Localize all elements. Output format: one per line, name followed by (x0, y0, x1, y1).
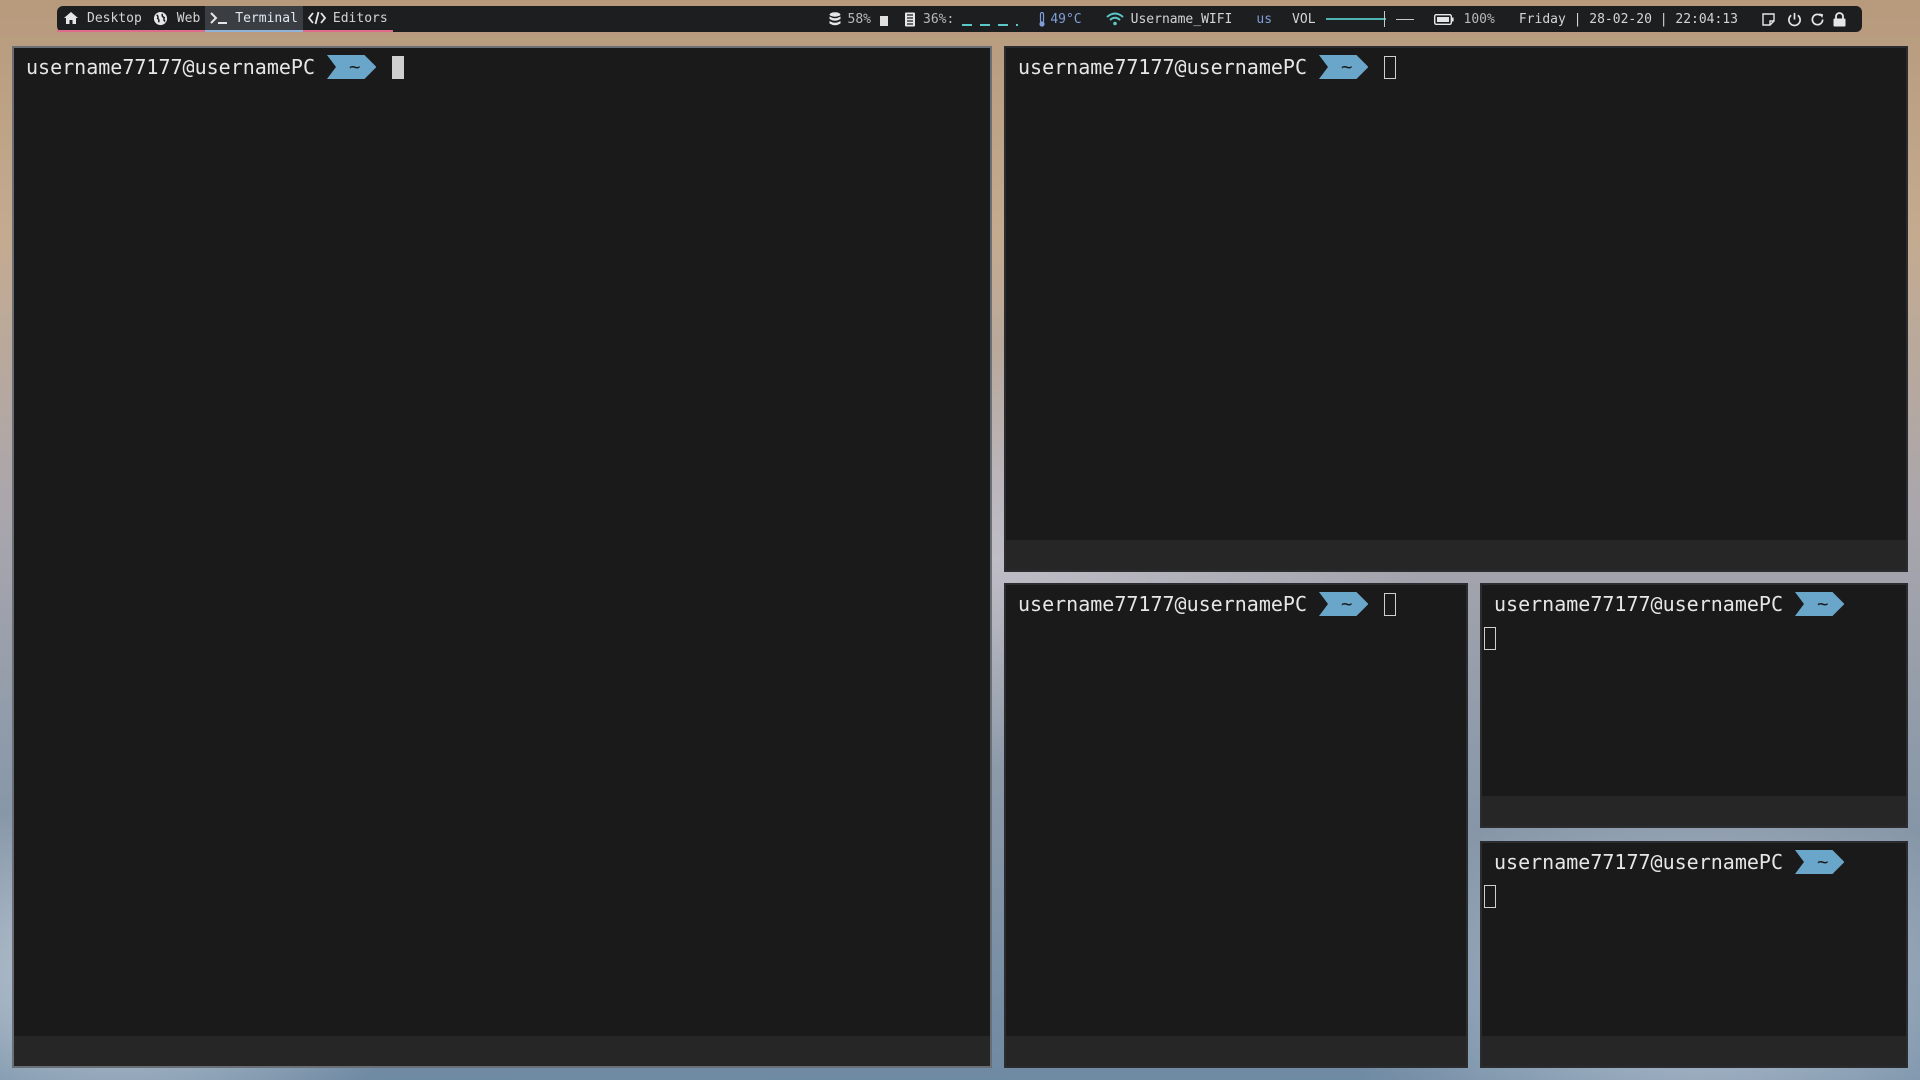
terminal-window-top-right[interactable]: username77177@usernamePC ~ (1004, 46, 1908, 572)
text-cursor (1384, 55, 1397, 79)
prompt-user-host: username77177@usernamePC (1494, 592, 1783, 616)
shell-prompt: username77177@usernamePC ~ (1494, 589, 1844, 619)
terminal-status-bar (1482, 1036, 1906, 1066)
shell-prompt: username77177@usernamePC ~ (26, 52, 405, 82)
memory-graph (962, 24, 1019, 26)
thermometer-icon (1038, 11, 1046, 27)
prompt-user-host: username77177@usernamePC (26, 55, 315, 79)
memory-usage: 36%: (923, 11, 955, 27)
prompt-directory: ~ (1319, 55, 1368, 79)
top-bar: Desktop Web Terminal Editors 58% 36%: 49… (57, 6, 1862, 32)
temperature: 49°C (1050, 11, 1082, 27)
lock-icon (1833, 11, 1846, 27)
volume-slider-track (1395, 18, 1414, 20)
power-icon (1787, 12, 1802, 27)
prompt-directory: ~ (1795, 850, 1844, 874)
prompt-user-host: username77177@usernamePC (1494, 850, 1783, 874)
note-icon (1762, 12, 1775, 26)
workspace-editors[interactable]: Editors (302, 6, 393, 32)
globe-icon (152, 10, 170, 26)
terminal-status-bar (1006, 540, 1906, 570)
memory-icon (904, 12, 916, 27)
reboot-button[interactable] (1810, 12, 1825, 27)
shell-prompt: username77177@usernamePC ~ (1494, 847, 1844, 877)
workspace-web[interactable]: Web (146, 6, 206, 32)
terminal-status-bar (1482, 796, 1906, 826)
text-cursor (1484, 885, 1496, 908)
power-button[interactable] (1787, 12, 1802, 27)
temperature-module: 49°C (1038, 11, 1082, 27)
battery-icon (1433, 13, 1454, 25)
wifi-ssid: Username_WIFI (1130, 11, 1233, 27)
clock: Friday | 28-02-20 | 22:04:13 (1518, 11, 1738, 27)
volume-slider[interactable] (1325, 11, 1386, 27)
workspace-terminal[interactable]: Terminal (205, 6, 303, 32)
lock-button[interactable] (1833, 11, 1846, 27)
refresh-icon (1810, 12, 1825, 27)
shell-prompt: username77177@usernamePC ~ (1018, 589, 1397, 619)
database-icon (829, 12, 841, 26)
terminal-window-right-top[interactable]: username77177@usernamePC ~ (1480, 583, 1908, 828)
notes-button[interactable] (1762, 12, 1775, 26)
terminal-window-main[interactable]: username77177@usernamePC ~ (12, 46, 992, 1068)
volume-module[interactable]: VOL (1292, 11, 1414, 27)
terminal-status-bar (1006, 1036, 1466, 1066)
terminal-window-right-bottom[interactable]: username77177@usernamePC ~ (1480, 841, 1908, 1068)
disk-module: 58% (829, 11, 889, 27)
keyboard-layout[interactable]: us (1256, 12, 1272, 27)
text-cursor (1384, 592, 1397, 616)
battery-module: 100% (1433, 11, 1495, 27)
terminal-status-bar (14, 1036, 990, 1066)
disk-bar (880, 16, 889, 26)
memory-module: 36%: (904, 11, 1019, 27)
text-cursor (1484, 627, 1496, 650)
prompt-directory: ~ (1795, 592, 1844, 616)
prompt-directory: ~ (1319, 592, 1368, 616)
workspace-desktop[interactable]: Desktop (57, 6, 147, 32)
wifi-icon (1105, 12, 1124, 26)
code-icon (307, 10, 326, 26)
text-cursor (392, 55, 405, 79)
shell-prompt: username77177@usernamePC ~ (1018, 52, 1397, 82)
prompt-directory: ~ (327, 55, 376, 79)
prompt-user-host: username77177@usernamePC (1018, 55, 1307, 79)
prompt-user-host: username77177@usernamePC (1018, 592, 1307, 616)
battery-level: 100% (1463, 11, 1495, 27)
disk-usage: 58% (847, 11, 872, 27)
terminal-icon (210, 10, 228, 26)
volume-label: VOL (1292, 11, 1316, 27)
terminal-window-bottom-middle[interactable]: username77177@usernamePC ~ (1004, 583, 1468, 1068)
home-icon (62, 10, 80, 26)
wifi-module[interactable]: Username_WIFI (1105, 11, 1233, 27)
